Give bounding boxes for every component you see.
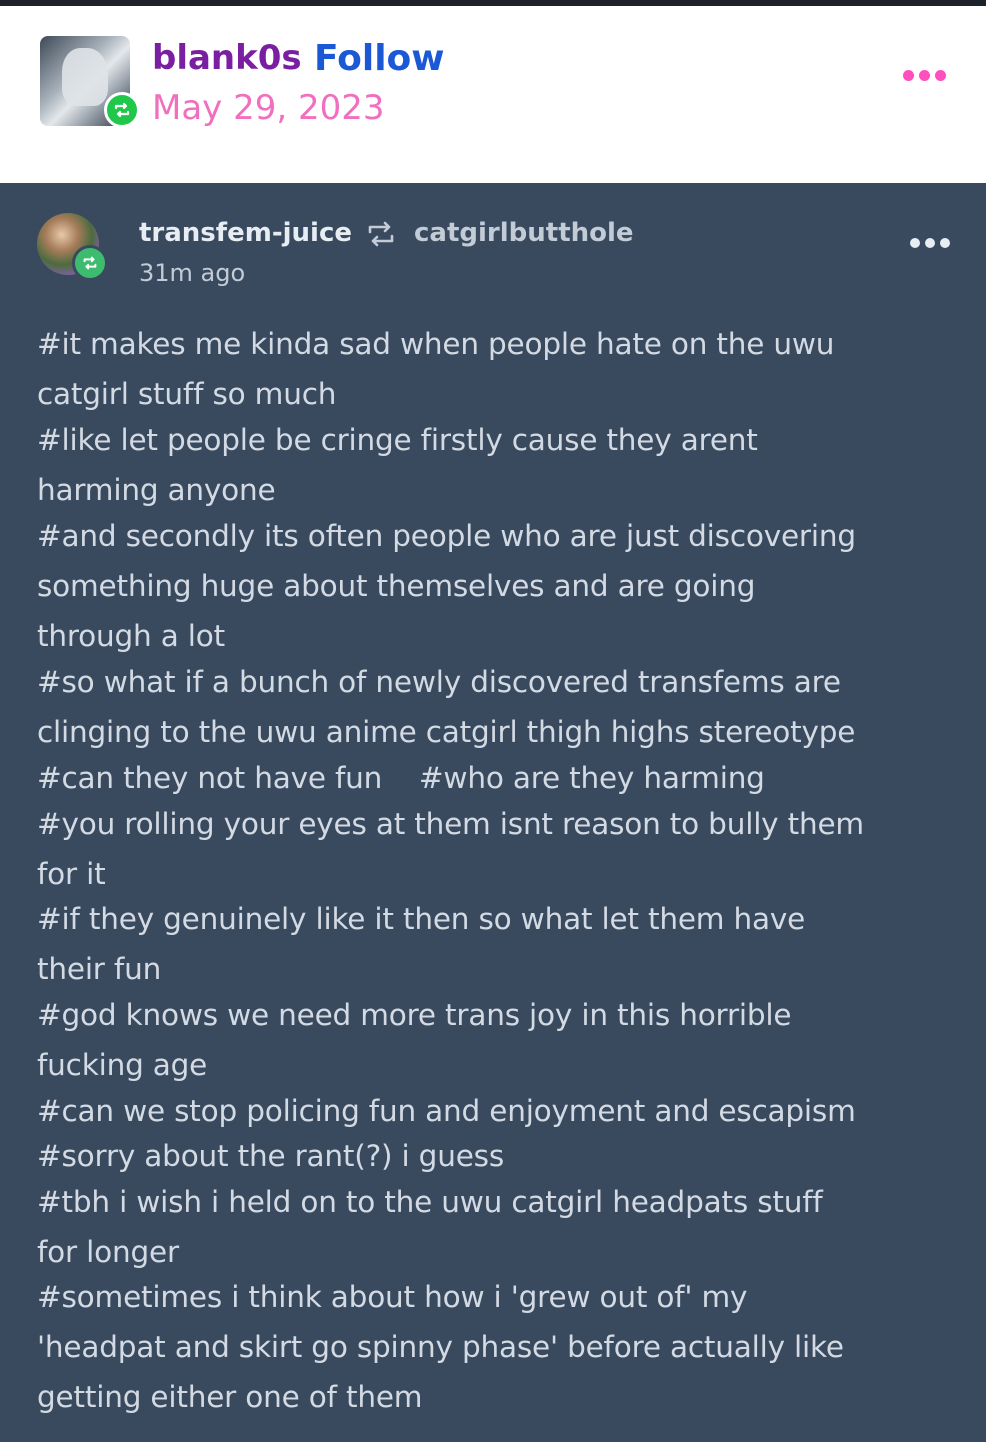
- tag-line[interactable]: getting either one of them: [37, 1380, 423, 1414]
- tag-line[interactable]: #can they not have fun #who are they har…: [37, 761, 765, 795]
- tag-line[interactable]: #so what if a bunch of newly discovered …: [37, 665, 841, 699]
- username[interactable]: blank0s: [152, 38, 302, 78]
- tag-line[interactable]: something huge about themselves and are …: [37, 569, 755, 603]
- tag-line[interactable]: #god knows we need more trans joy in thi…: [37, 998, 792, 1032]
- reblog-icon: [365, 219, 397, 253]
- tag-line[interactable]: their fun: [37, 952, 161, 986]
- tag-line[interactable]: #and secondly its often people who are j…: [37, 519, 856, 553]
- tag-line[interactable]: #tbh i wish i held on to the uwu catgirl…: [37, 1185, 823, 1219]
- follow-button[interactable]: Follow: [314, 38, 445, 79]
- more-dots-icon[interactable]: [910, 238, 950, 248]
- post-header: blank0s Follow May 29, 2023: [0, 6, 986, 183]
- tag-line[interactable]: #sorry about the rant(?) i guess: [37, 1139, 504, 1173]
- tag-line[interactable]: catgirl stuff so much: [37, 377, 336, 411]
- more-dots-icon[interactable]: [903, 70, 946, 81]
- tag-line[interactable]: #like let people be cringe firstly cause…: [37, 423, 758, 457]
- reblog-badge-icon: [104, 92, 140, 128]
- reblog-source[interactable]: catgirlbutthole: [414, 218, 634, 248]
- tag-line[interactable]: through a lot: [37, 619, 225, 653]
- post-time: 31m ago: [139, 259, 246, 287]
- tag-line[interactable]: harming anyone: [37, 473, 276, 507]
- post-author[interactable]: transfem-juice: [139, 218, 352, 248]
- post-date: May 29, 2023: [152, 88, 385, 128]
- reblog-badge-icon: [72, 245, 108, 281]
- tag-line[interactable]: for it: [37, 857, 106, 891]
- tag-line[interactable]: fucking age: [37, 1048, 207, 1082]
- tag-line[interactable]: #it makes me kinda sad when people hate …: [37, 327, 834, 361]
- tag-line[interactable]: #sometimes i think about how i 'grew out…: [37, 1280, 747, 1314]
- reblogged-post: transfem-juice catgirlbutthole 31m ago #…: [0, 183, 986, 1442]
- tag-line[interactable]: #if they genuinely like it then so what …: [37, 902, 805, 936]
- tag-line[interactable]: clinging to the uwu anime catgirl thigh …: [37, 715, 855, 749]
- tag-line[interactable]: 'headpat and skirt go spinny phase' befo…: [37, 1330, 844, 1364]
- tag-line[interactable]: #you rolling your eyes at them isnt reas…: [37, 807, 864, 841]
- tag-line[interactable]: for longer: [37, 1235, 179, 1269]
- tag-line[interactable]: #can we stop policing fun and enjoyment …: [37, 1094, 856, 1128]
